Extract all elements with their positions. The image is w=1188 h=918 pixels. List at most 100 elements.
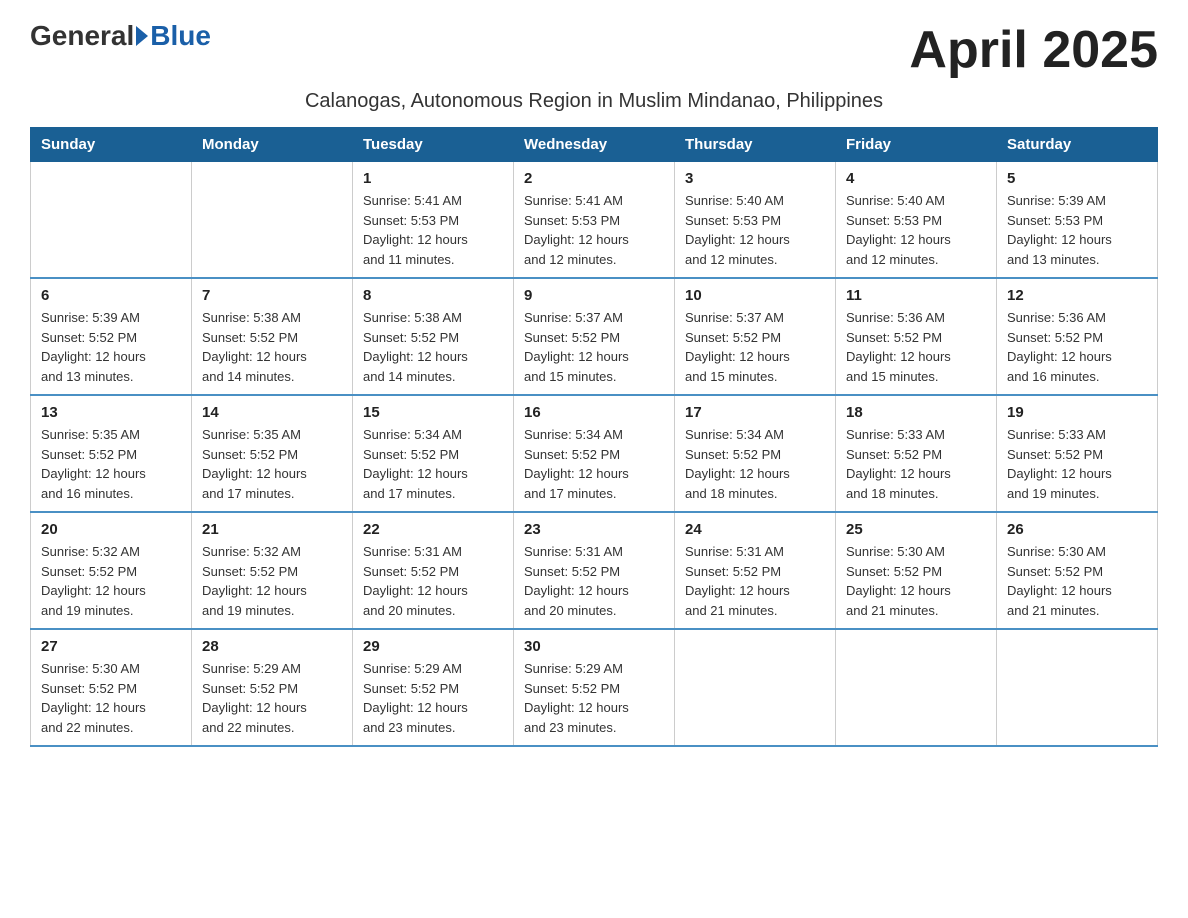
day-number: 7	[202, 287, 342, 304]
calendar-cell: 5Sunrise: 5:39 AM Sunset: 5:53 PM Daylig…	[997, 162, 1158, 279]
calendar-cell	[997, 629, 1158, 746]
day-info: Sunrise: 5:33 AM Sunset: 5:52 PM Dayligh…	[1007, 425, 1147, 503]
day-number: 21	[202, 521, 342, 538]
day-info: Sunrise: 5:40 AM Sunset: 5:53 PM Dayligh…	[685, 191, 825, 269]
calendar-cell: 7 Sunrise: 5:38 AM Sunset: 5:52 PM Daylig…	[192, 278, 353, 395]
day-info: Sunrise: 5:37 AM Sunset: 5:52 PM Dayligh…	[685, 308, 825, 386]
calendar-cell: 15 Sunrise: 5:34 AM Sunset: 5:52 PM Dayli…	[353, 395, 514, 512]
logo-general-text: General	[30, 20, 134, 52]
calendar-week-row: 27Sunrise: 5:30 AM Sunset: 5:52 PM Dayli…	[31, 629, 1158, 746]
day-info: Sunrise: 5:30 AM Sunset: 5:52 PM Dayligh…	[846, 542, 986, 620]
calendar-cell: 3 Sunrise: 5:40 AM Sunset: 5:53 PM Daylig…	[675, 162, 836, 279]
day-info: Sunrise: 5:29 AM Sunset: 5:52 PM Dayligh…	[363, 659, 503, 737]
day-number: 2	[524, 170, 664, 187]
day-number: 22	[363, 521, 503, 538]
calendar-cell: 10 Sunrise: 5:37 AM Sunset: 5:52 PM Dayli…	[675, 278, 836, 395]
day-info: Sunrise: 5:34 AM Sunset: 5:52 PM Dayligh…	[524, 425, 664, 503]
calendar-cell: 2 Sunrise: 5:41 AM Sunset: 5:53 PM Daylig…	[514, 162, 675, 279]
calendar-cell	[836, 629, 997, 746]
day-info: Sunrise: 5:36 AM Sunset: 5:52 PM Dayligh…	[1007, 308, 1147, 386]
day-info: Sunrise: 5:31 AM Sunset: 5:52 PM Dayligh…	[685, 542, 825, 620]
calendar-week-row: 20 Sunrise: 5:32 AM Sunset: 5:52 PM Dayli…	[31, 512, 1158, 629]
calendar-cell: 1 Sunrise: 5:41 AM Sunset: 5:53 PM Daylig…	[353, 162, 514, 279]
calendar-cell: 16 Sunrise: 5:34 AM Sunset: 5:52 PM Dayli…	[514, 395, 675, 512]
day-info: Sunrise: 5:35 AM Sunset: 5:52 PM Dayligh…	[202, 425, 342, 503]
day-info: Sunrise: 5:30 AM Sunset: 5:52 PM Dayligh…	[1007, 542, 1147, 620]
calendar-subtitle: Calanogas, Autonomous Region in Muslim M…	[30, 90, 1158, 113]
day-number: 18	[846, 404, 986, 421]
days-of-week-row: SundayMondayTuesdayWednesdayThursdayFrid…	[31, 128, 1158, 162]
day-of-week-header: Monday	[192, 128, 353, 162]
day-number: 15	[363, 404, 503, 421]
month-title: April 2025	[909, 20, 1158, 80]
calendar-cell	[192, 162, 353, 279]
day-of-week-header: Sunday	[31, 128, 192, 162]
day-number: 25	[846, 521, 986, 538]
calendar-cell: 22 Sunrise: 5:31 AM Sunset: 5:52 PM Dayli…	[353, 512, 514, 629]
day-of-week-header: Friday	[836, 128, 997, 162]
calendar-table: SundayMondayTuesdayWednesdayThursdayFrid…	[30, 127, 1158, 747]
day-of-week-header: Wednesday	[514, 128, 675, 162]
day-number: 9	[524, 287, 664, 304]
day-number: 1	[363, 170, 503, 187]
day-number: 4	[846, 170, 986, 187]
logo: General Blue	[30, 20, 211, 52]
day-info: Sunrise: 5:41 AM Sunset: 5:53 PM Dayligh…	[363, 191, 503, 269]
calendar-cell: 20 Sunrise: 5:32 AM Sunset: 5:52 PM Dayli…	[31, 512, 192, 629]
day-number: 27	[41, 638, 181, 655]
day-number: 3	[685, 170, 825, 187]
day-number: 19	[1007, 404, 1147, 421]
day-info: Sunrise: 5:38 AM Sunset: 5:52 PM Dayligh…	[202, 308, 342, 386]
day-info: Sunrise: 5:34 AM Sunset: 5:52 PM Dayligh…	[363, 425, 503, 503]
day-number: 14	[202, 404, 342, 421]
calendar-header: SundayMondayTuesdayWednesdayThursdayFrid…	[31, 128, 1158, 162]
day-info: Sunrise: 5:29 AM Sunset: 5:52 PM Dayligh…	[524, 659, 664, 737]
calendar-cell: 21Sunrise: 5:32 AM Sunset: 5:52 PM Dayli…	[192, 512, 353, 629]
calendar-cell: 4Sunrise: 5:40 AM Sunset: 5:53 PM Daylig…	[836, 162, 997, 279]
day-number: 6	[41, 287, 181, 304]
day-number: 30	[524, 638, 664, 655]
calendar-cell: 6 Sunrise: 5:39 AM Sunset: 5:52 PM Daylig…	[31, 278, 192, 395]
calendar-cell: 29 Sunrise: 5:29 AM Sunset: 5:52 PM Dayli…	[353, 629, 514, 746]
day-info: Sunrise: 5:31 AM Sunset: 5:52 PM Dayligh…	[363, 542, 503, 620]
calendar-cell: 17 Sunrise: 5:34 AM Sunset: 5:52 PM Dayli…	[675, 395, 836, 512]
header: General Blue April 2025	[30, 20, 1158, 80]
day-number: 16	[524, 404, 664, 421]
day-of-week-header: Saturday	[997, 128, 1158, 162]
calendar-cell: 26 Sunrise: 5:30 AM Sunset: 5:52 PM Dayli…	[997, 512, 1158, 629]
day-of-week-header: Thursday	[675, 128, 836, 162]
calendar-cell: 19 Sunrise: 5:33 AM Sunset: 5:52 PM Dayli…	[997, 395, 1158, 512]
day-number: 11	[846, 287, 986, 304]
calendar-body: 1 Sunrise: 5:41 AM Sunset: 5:53 PM Daylig…	[31, 162, 1158, 747]
day-of-week-header: Tuesday	[353, 128, 514, 162]
day-number: 12	[1007, 287, 1147, 304]
day-info: Sunrise: 5:38 AM Sunset: 5:52 PM Dayligh…	[363, 308, 503, 386]
calendar-cell: 9 Sunrise: 5:37 AM Sunset: 5:52 PM Daylig…	[514, 278, 675, 395]
day-number: 13	[41, 404, 181, 421]
calendar-cell: 24Sunrise: 5:31 AM Sunset: 5:52 PM Dayli…	[675, 512, 836, 629]
day-info: Sunrise: 5:31 AM Sunset: 5:52 PM Dayligh…	[524, 542, 664, 620]
day-number: 23	[524, 521, 664, 538]
logo-arrow-icon	[136, 26, 148, 46]
day-info: Sunrise: 5:34 AM Sunset: 5:52 PM Dayligh…	[685, 425, 825, 503]
day-info: Sunrise: 5:41 AM Sunset: 5:53 PM Dayligh…	[524, 191, 664, 269]
calendar-cell: 23 Sunrise: 5:31 AM Sunset: 5:52 PM Dayli…	[514, 512, 675, 629]
day-info: Sunrise: 5:39 AM Sunset: 5:52 PM Dayligh…	[41, 308, 181, 386]
day-number: 29	[363, 638, 503, 655]
day-number: 17	[685, 404, 825, 421]
day-info: Sunrise: 5:37 AM Sunset: 5:52 PM Dayligh…	[524, 308, 664, 386]
day-number: 8	[363, 287, 503, 304]
calendar-cell	[31, 162, 192, 279]
calendar-cell: 27Sunrise: 5:30 AM Sunset: 5:52 PM Dayli…	[31, 629, 192, 746]
calendar-week-row: 13 Sunrise: 5:35 AM Sunset: 5:52 PM Dayli…	[31, 395, 1158, 512]
calendar-cell: 12 Sunrise: 5:36 AM Sunset: 5:52 PM Dayli…	[997, 278, 1158, 395]
day-number: 26	[1007, 521, 1147, 538]
logo-blue-text: Blue	[150, 20, 211, 52]
day-number: 20	[41, 521, 181, 538]
calendar-cell: 30 Sunrise: 5:29 AM Sunset: 5:52 PM Dayli…	[514, 629, 675, 746]
day-info: Sunrise: 5:32 AM Sunset: 5:52 PM Dayligh…	[41, 542, 181, 620]
day-number: 10	[685, 287, 825, 304]
calendar-cell: 8 Sunrise: 5:38 AM Sunset: 5:52 PM Daylig…	[353, 278, 514, 395]
day-info: Sunrise: 5:33 AM Sunset: 5:52 PM Dayligh…	[846, 425, 986, 503]
day-number: 28	[202, 638, 342, 655]
